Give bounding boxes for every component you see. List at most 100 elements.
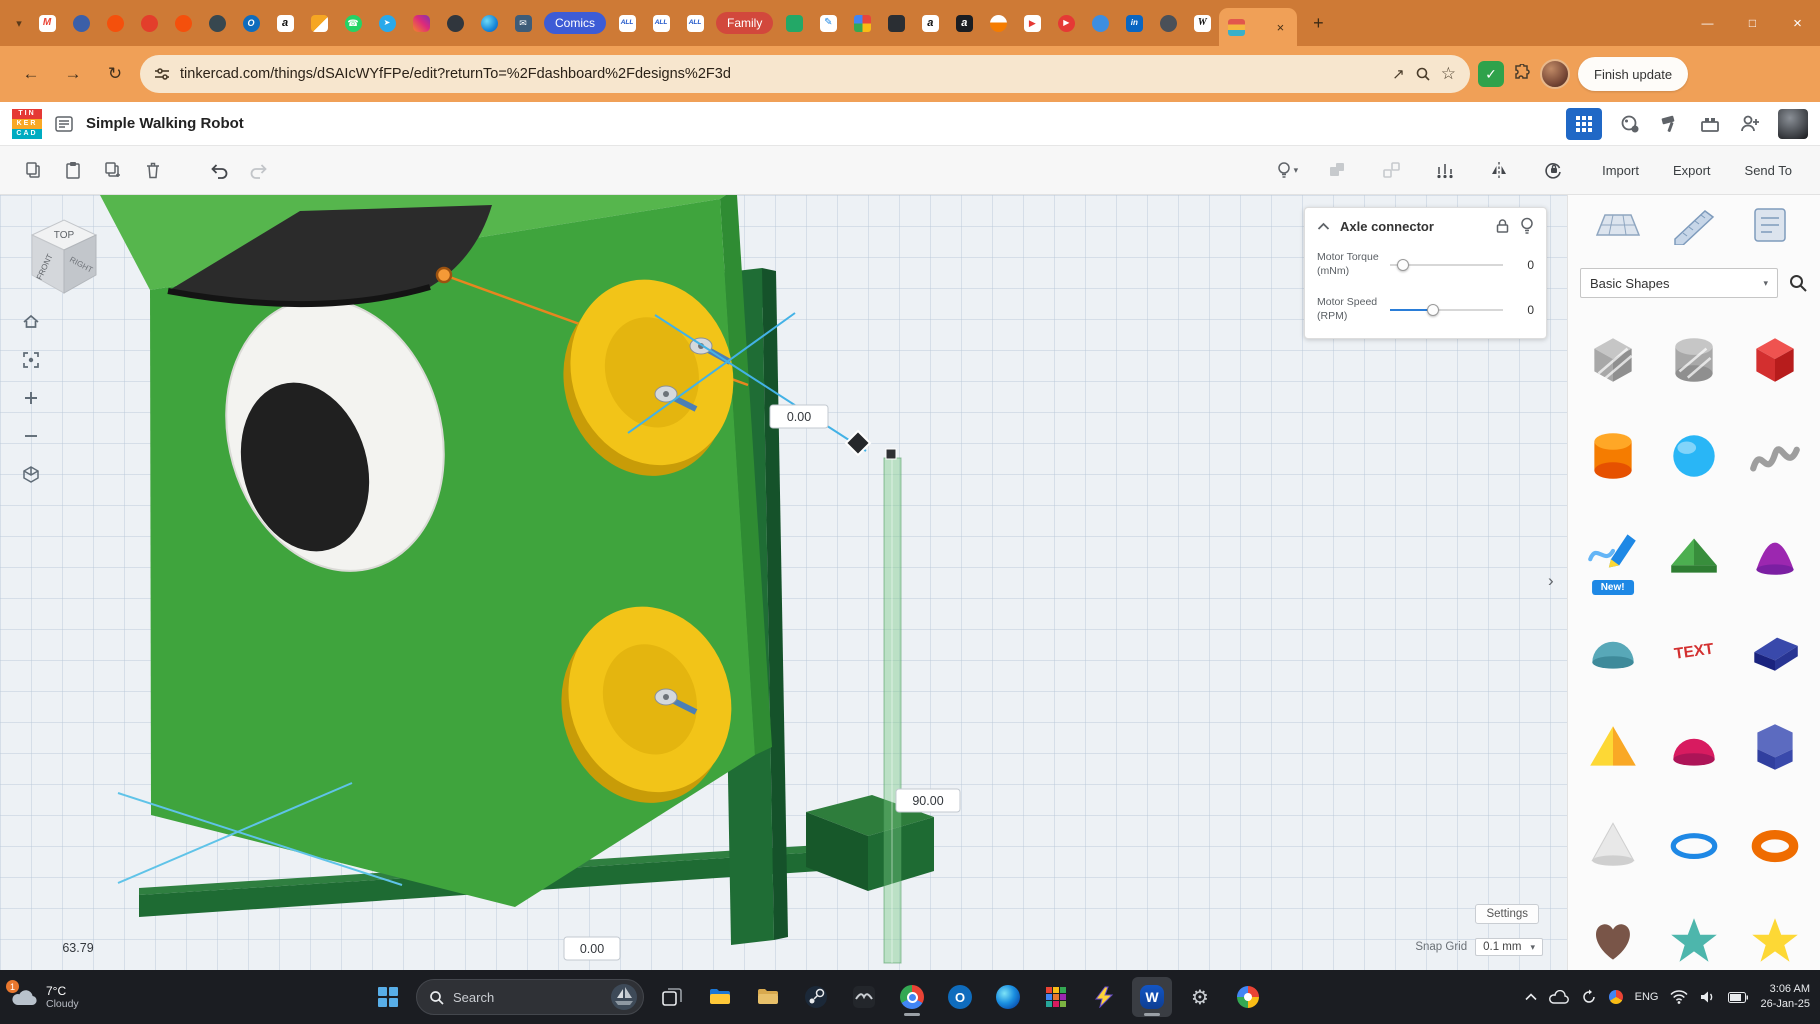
window-maximize-button[interactable]: □ (1730, 0, 1775, 46)
perspective-toggle-button[interactable] (16, 459, 46, 489)
dimension-axle-offset[interactable]: 0.00 (770, 405, 828, 428)
zoom-out-button[interactable] (16, 421, 46, 451)
finish-update-button[interactable]: Finish update (1578, 57, 1688, 91)
tab-reddit[interactable] (98, 0, 132, 46)
tab-pixel-site[interactable] (845, 0, 879, 46)
undo-icon[interactable] (204, 155, 234, 185)
dimension-column-height[interactable]: 90.00 (896, 789, 960, 812)
tab-group-family[interactable]: Family (712, 0, 777, 46)
bricks-icon[interactable] (1698, 112, 1722, 136)
battery-icon[interactable] (1728, 992, 1748, 1003)
duplicate-icon[interactable] (98, 155, 128, 185)
bulb-caret-icon[interactable]: ▾ (1294, 165, 1299, 176)
tab-whatsapp[interactable]: ☎ (336, 0, 370, 46)
file-explorer-icon[interactable] (700, 977, 740, 1017)
simlab-icon[interactable] (1618, 112, 1642, 136)
reload-button[interactable]: ↻ (98, 57, 132, 91)
shape-roof[interactable] (1653, 504, 1734, 601)
shape-hexagonal-prism[interactable] (1735, 698, 1816, 795)
tab-amazon-dark[interactable]: a (947, 0, 981, 46)
zoom-in-button[interactable] (16, 383, 46, 413)
sidebar-collapse-handle[interactable]: › (1548, 571, 1554, 591)
tab-close-icon[interactable]: × (1272, 19, 1288, 35)
workplane-tool-icon[interactable] (1595, 205, 1641, 250)
tab-edge[interactable] (472, 0, 506, 46)
tab-aliexpress-2[interactable]: ALL (644, 0, 678, 46)
url-text[interactable]: tinkercad.com/things/dSAIcWYfFPe/edit?re… (180, 66, 1382, 82)
settings-gear-icon[interactable]: ⚙ (1180, 977, 1220, 1017)
tab-amazon[interactable]: a (268, 0, 302, 46)
mirror-icon[interactable] (1484, 155, 1514, 185)
account-avatar[interactable] (1778, 109, 1808, 139)
window-minimize-button[interactable]: — (1685, 0, 1730, 46)
window-close-button[interactable]: × (1775, 0, 1820, 46)
hidden-icons-chevron[interactable] (1525, 993, 1537, 1001)
tab-youtube[interactable]: ▶ (1015, 0, 1049, 46)
tab-telegram[interactable]: ➤ (370, 0, 404, 46)
tab-sheets[interactable] (777, 0, 811, 46)
group-icon[interactable] (1322, 155, 1352, 185)
volume-icon[interactable] (1700, 990, 1716, 1004)
export-button[interactable]: Export (1663, 157, 1721, 184)
tab-tinkercad-active[interactable]: × (1219, 8, 1297, 46)
shape-cylinder[interactable] (1572, 407, 1653, 504)
taskbar-search[interactable]: Search (416, 979, 644, 1015)
shape-wedge[interactable] (1735, 601, 1816, 698)
lock-icon[interactable] (1538, 155, 1568, 185)
tab-aliexpress-3[interactable]: ALL (678, 0, 712, 46)
tab-dark-site[interactable] (200, 0, 234, 46)
retro-grid-icon[interactable] (1036, 977, 1076, 1017)
dimension-base-offset[interactable]: 0.00 (564, 937, 620, 960)
fit-view-button[interactable] (16, 345, 46, 375)
shape-hole-cylinder[interactable] (1653, 310, 1734, 407)
edge-icon[interactable] (988, 977, 1028, 1017)
start-button[interactable] (368, 977, 408, 1017)
tab-instagram[interactable] (404, 0, 438, 46)
shape-dome[interactable] (1653, 698, 1734, 795)
collapse-chevron-icon[interactable] (1317, 222, 1330, 231)
forward-button[interactable]: → (56, 57, 90, 91)
folder-icon[interactable] (748, 977, 788, 1017)
outlook-icon[interactable]: O (940, 977, 980, 1017)
tab-search-icon[interactable]: ▾ (8, 17, 30, 30)
home-view-button[interactable] (16, 307, 46, 337)
sync-icon[interactable] (1581, 989, 1597, 1005)
onedrive-cloud-icon[interactable] (1549, 990, 1569, 1004)
lens-search-icon[interactable] (1415, 66, 1431, 82)
tab-group-comics[interactable]: Comics (540, 0, 610, 46)
ungroup-icon[interactable] (1376, 155, 1406, 185)
taskbar-clock[interactable]: 3:06 AM 26-Jan-25 (1760, 982, 1810, 1012)
color-app-tray-icon[interactable] (1609, 990, 1623, 1004)
flash-icon[interactable] (1084, 977, 1124, 1017)
tab-profile-site[interactable] (1083, 0, 1117, 46)
checker-extension-icon[interactable]: ✓ (1478, 61, 1504, 87)
tab-editor[interactable]: ✎ (811, 0, 845, 46)
move-handle-diamond[interactable] (846, 431, 870, 455)
notes-tool-icon[interactable] (1747, 205, 1793, 250)
shape-star[interactable] (1653, 892, 1734, 970)
shape-star-yellow[interactable] (1735, 892, 1816, 970)
tab-wikipedia[interactable]: W (1185, 0, 1219, 46)
ruler-tool-icon[interactable] (1671, 205, 1717, 250)
tab-mail-orange[interactable] (981, 0, 1015, 46)
import-button[interactable]: Import (1592, 157, 1649, 184)
viewport-settings-button[interactable]: Settings (1475, 904, 1539, 924)
column-top-handle[interactable] (886, 449, 896, 459)
tab-outlook[interactable]: O (234, 0, 268, 46)
tab-dark-site-4[interactable] (1151, 0, 1185, 46)
steam-icon[interactable] (796, 977, 836, 1017)
collaborate-invite-icon[interactable] (1738, 112, 1762, 136)
profile-avatar[interactable] (1540, 59, 1570, 89)
tab-dark-site-3[interactable] (879, 0, 913, 46)
shape-scribble[interactable] (1735, 407, 1816, 504)
shape-hole-box[interactable] (1572, 310, 1653, 407)
shape-search-icon[interactable] (1788, 273, 1808, 293)
language-indicator[interactable]: ENG (1635, 991, 1659, 1003)
tab-globe[interactable] (64, 0, 98, 46)
delete-icon[interactable] (138, 155, 168, 185)
tab-reddit-2[interactable] (166, 0, 200, 46)
omnibox[interactable]: tinkercad.com/things/dSAIcWYfFPe/edit?re… (140, 55, 1470, 93)
view-cube[interactable]: TOP FRONT RIGHT (22, 211, 106, 299)
show-all-bulb-icon[interactable]: ▾ (1274, 155, 1299, 185)
dimension-base-width[interactable]: 63.79 (62, 941, 93, 955)
